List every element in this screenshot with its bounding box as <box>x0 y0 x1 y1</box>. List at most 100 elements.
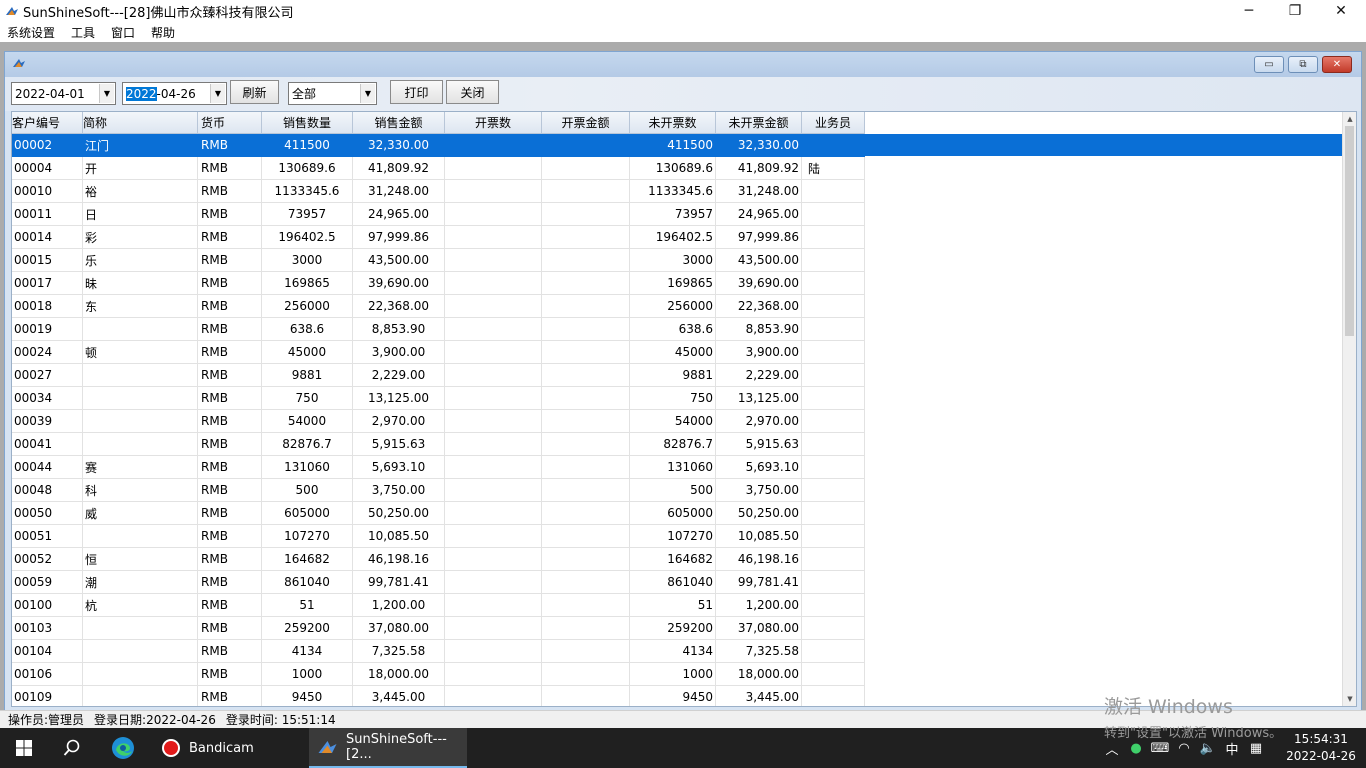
cell-salesperson[interactable] <box>802 134 865 157</box>
cell-invoiced-amount[interactable] <box>542 548 630 571</box>
cell-customer-code[interactable]: 00109 <box>12 686 83 706</box>
cell-uninvoiced-amount[interactable]: 50,250.00 <box>716 502 802 525</box>
menu-window[interactable]: 窗口 <box>103 24 143 41</box>
cell-uninvoiced-qty[interactable]: 1133345.6 <box>630 180 716 203</box>
table-row[interactable]: 00044 赛 RMB 131060 5,693.10 131060 5,693.10 <box>12 456 1342 479</box>
table-row[interactable]: 00048 科 RMB 500 3,750.00 500 3,750.00 <box>12 479 1342 502</box>
table-row[interactable]: 00034 RMB 750 13,125.00 750 13,125.00 <box>12 387 1342 410</box>
cell-invoiced-qty[interactable] <box>445 364 542 387</box>
cell-sales-qty[interactable]: 411500 <box>262 134 353 157</box>
cell-salesperson[interactable] <box>802 180 865 203</box>
cell-invoiced-amount[interactable] <box>542 594 630 617</box>
cell-uninvoiced-qty[interactable]: 107270 <box>630 525 716 548</box>
cell-short-name[interactable]: 日 <box>83 203 198 226</box>
cell-customer-code[interactable]: 00010 <box>12 180 83 203</box>
cell-short-name[interactable] <box>83 364 198 387</box>
table-row[interactable]: 00011 日 RMB 73957 24,965.00 73957 24,965.00 <box>12 203 1342 226</box>
cell-invoiced-qty[interactable] <box>445 410 542 433</box>
menu-system-settings[interactable]: 系统设置 <box>0 24 63 41</box>
cell-uninvoiced-amount[interactable]: 31,248.00 <box>716 180 802 203</box>
cell-short-name[interactable]: 杭 <box>83 594 198 617</box>
table-row[interactable]: 00002 江门 RMB 411500 32,330.00 411500 32,330.00 <box>12 134 1342 157</box>
cell-uninvoiced-amount[interactable]: 13,125.00 <box>716 387 802 410</box>
cell-sales-qty[interactable]: 1133345.6 <box>262 180 353 203</box>
cell-salesperson[interactable] <box>802 387 865 410</box>
cell-sales-qty[interactable]: 3000 <box>262 249 353 272</box>
cell-invoiced-amount[interactable] <box>542 433 630 456</box>
table-row[interactable]: 00100 杭 RMB 51 1,200.00 51 1,200.00 <box>12 594 1342 617</box>
cell-sales-qty[interactable]: 196402.5 <box>262 226 353 249</box>
cell-uninvoiced-qty[interactable]: 1000 <box>630 663 716 686</box>
cell-salesperson[interactable] <box>802 525 865 548</box>
taskbar-sunshinesoft[interactable]: SunShineSoft---[2... <box>309 728 467 768</box>
minimize-button[interactable]: ─ <box>1226 0 1272 22</box>
cell-sales-amount[interactable]: 39,690.00 <box>353 272 445 295</box>
cell-uninvoiced-qty[interactable]: 4134 <box>630 640 716 663</box>
cell-invoiced-qty[interactable] <box>445 203 542 226</box>
cell-uninvoiced-qty[interactable]: 169865 <box>630 272 716 295</box>
cell-invoiced-qty[interactable] <box>445 180 542 203</box>
cell-salesperson[interactable] <box>802 686 865 706</box>
cell-sales-amount[interactable]: 3,445.00 <box>353 686 445 706</box>
column-header[interactable]: 开票数 <box>445 112 542 134</box>
date-from-picker[interactable]: 2022-04-01 ▼ <box>11 82 116 105</box>
cell-invoiced-qty[interactable] <box>445 502 542 525</box>
cell-invoiced-qty[interactable] <box>445 479 542 502</box>
cell-uninvoiced-amount[interactable]: 99,781.41 <box>716 571 802 594</box>
cell-currency[interactable]: RMB <box>198 134 262 157</box>
cell-invoiced-qty[interactable] <box>445 387 542 410</box>
cell-uninvoiced-qty[interactable]: 411500 <box>630 134 716 157</box>
cell-sales-amount[interactable]: 32,330.00 <box>353 134 445 157</box>
cell-invoiced-amount[interactable] <box>542 525 630 548</box>
cell-uninvoiced-amount[interactable]: 39,690.00 <box>716 272 802 295</box>
cell-uninvoiced-qty[interactable]: 256000 <box>630 295 716 318</box>
cell-uninvoiced-amount[interactable]: 46,198.16 <box>716 548 802 571</box>
cell-salesperson[interactable] <box>802 617 865 640</box>
cell-currency[interactable]: RMB <box>198 548 262 571</box>
cell-sales-qty[interactable]: 861040 <box>262 571 353 594</box>
cell-sales-qty[interactable]: 4134 <box>262 640 353 663</box>
cell-sales-amount[interactable]: 37,080.00 <box>353 617 445 640</box>
cell-invoiced-qty[interactable] <box>445 686 542 706</box>
table-row[interactable]: 00024 顿 RMB 45000 3,900.00 45000 3,900.00 <box>12 341 1342 364</box>
cell-sales-amount[interactable]: 97,999.86 <box>353 226 445 249</box>
child-restore-button[interactable]: ⧉ <box>1288 56 1318 73</box>
cell-customer-code[interactable]: 00052 <box>12 548 83 571</box>
ime-indicator[interactable]: 中 <box>1220 739 1244 758</box>
cell-customer-code[interactable]: 00044 <box>12 456 83 479</box>
cell-uninvoiced-amount[interactable]: 3,750.00 <box>716 479 802 502</box>
windows-start-icon[interactable] <box>0 728 48 768</box>
cell-short-name[interactable]: 裕 <box>83 180 198 203</box>
cell-customer-code[interactable]: 00002 <box>12 134 83 157</box>
cell-short-name[interactable] <box>83 433 198 456</box>
cell-invoiced-qty[interactable] <box>445 663 542 686</box>
cell-invoiced-amount[interactable] <box>542 571 630 594</box>
cell-sales-qty[interactable]: 500 <box>262 479 353 502</box>
filter-select[interactable]: 全部 ▼ <box>288 82 377 105</box>
cell-sales-amount[interactable]: 10,085.50 <box>353 525 445 548</box>
cell-uninvoiced-qty[interactable]: 605000 <box>630 502 716 525</box>
cell-uninvoiced-amount[interactable]: 18,000.00 <box>716 663 802 686</box>
cell-short-name[interactable]: 威 <box>83 502 198 525</box>
wechat-icon[interactable]: ● <box>1124 741 1148 756</box>
cell-customer-code[interactable]: 00019 <box>12 318 83 341</box>
cell-sales-qty[interactable]: 9450 <box>262 686 353 706</box>
cell-salesperson[interactable] <box>802 571 865 594</box>
column-header[interactable]: 客户编号 <box>12 112 83 134</box>
cell-sales-amount[interactable]: 50,250.00 <box>353 502 445 525</box>
scroll-thumb[interactable] <box>1345 126 1354 336</box>
cell-currency[interactable]: RMB <box>198 433 262 456</box>
cell-invoiced-qty[interactable] <box>445 525 542 548</box>
cell-invoiced-amount[interactable] <box>542 318 630 341</box>
cell-currency[interactable]: RMB <box>198 594 262 617</box>
menu-tools[interactable]: 工具 <box>63 24 103 41</box>
cell-uninvoiced-amount[interactable]: 37,080.00 <box>716 617 802 640</box>
column-header[interactable]: 开票金额 <box>542 112 630 134</box>
cell-uninvoiced-qty[interactable]: 500 <box>630 479 716 502</box>
column-header[interactable]: 销售数量 <box>262 112 353 134</box>
cell-customer-code[interactable]: 00048 <box>12 479 83 502</box>
cell-invoiced-amount[interactable] <box>542 479 630 502</box>
chevron-up-icon[interactable]: ︿ <box>1100 739 1124 758</box>
cell-sales-qty[interactable]: 9881 <box>262 364 353 387</box>
table-row[interactable]: 00027 RMB 9881 2,229.00 9881 2,229.00 <box>12 364 1342 387</box>
